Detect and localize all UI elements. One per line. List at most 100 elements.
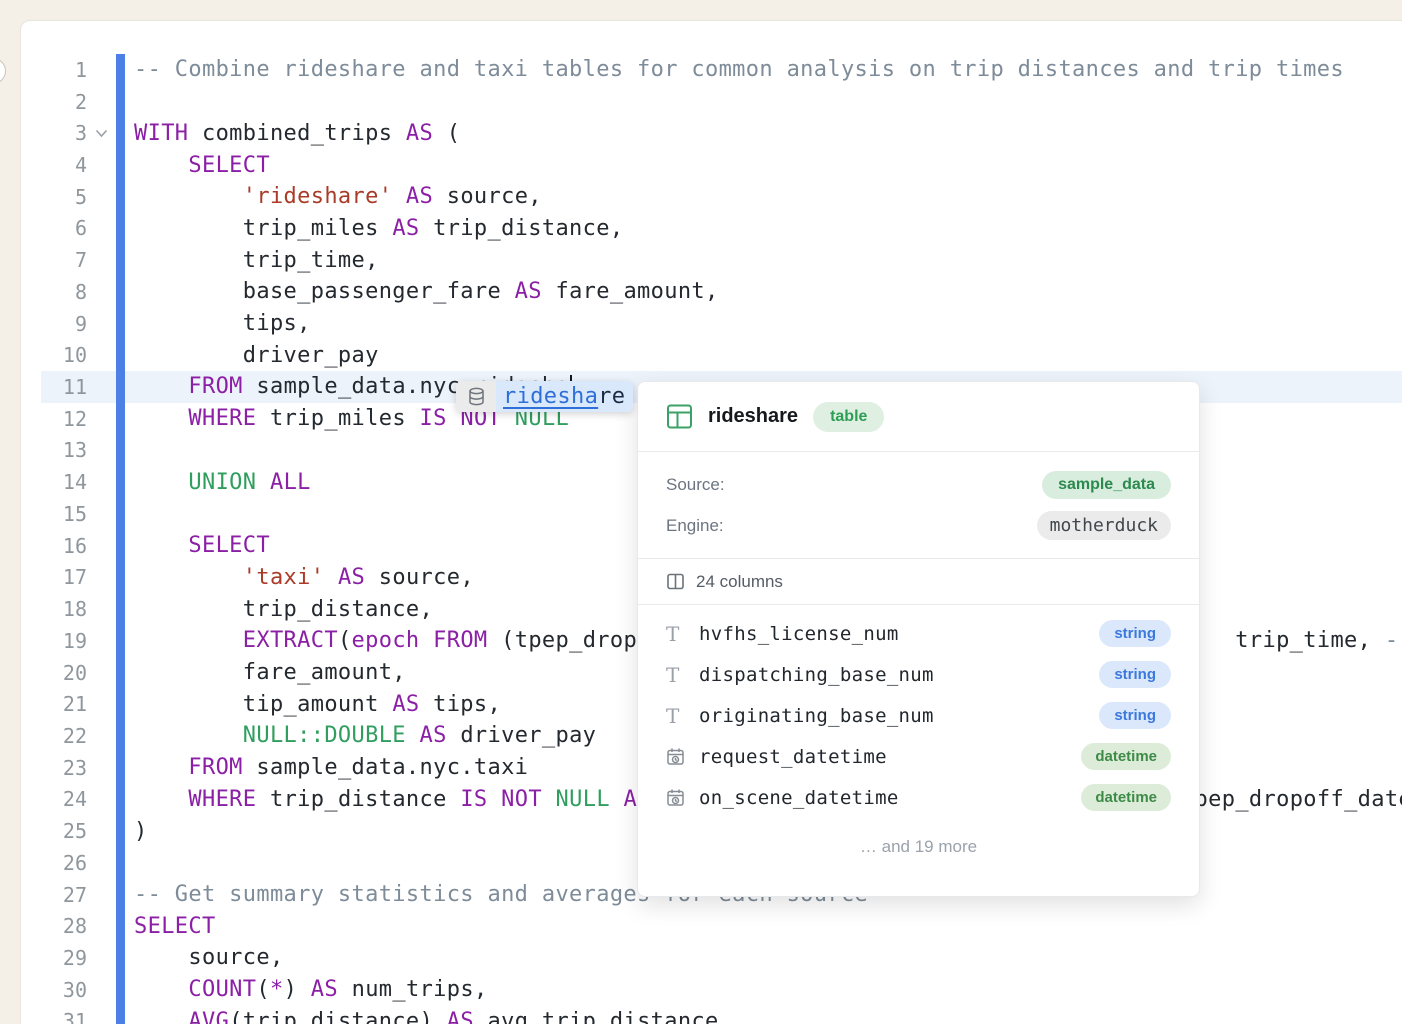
code-text: -- Combine rideshare and taxi tables for…	[125, 57, 1344, 82]
code-text: FROM sample_data.nyc.taxi	[125, 755, 528, 780]
code-line[interactable]: 2	[41, 86, 1402, 118]
line-number[interactable]: 17	[41, 565, 87, 589]
fold-toggle[interactable]	[87, 129, 116, 138]
cell-indicator-bar	[116, 339, 125, 371]
text-type-icon: T	[666, 704, 699, 728]
line-number[interactable]: 5	[41, 185, 87, 209]
code-text: COUNT(*) AS num_trips,	[125, 977, 488, 1002]
line-number[interactable]: 28	[41, 914, 87, 938]
code-text: SELECT	[125, 533, 270, 558]
code-line[interactable]: 4 SELECT	[41, 149, 1402, 181]
source-row: Source: sample_data	[666, 464, 1171, 505]
cell-indicator-bar	[116, 276, 125, 308]
line-number[interactable]: 12	[41, 407, 87, 431]
code-text: 'rideshare' AS source,	[125, 184, 542, 209]
line-number[interactable]: 24	[41, 787, 87, 811]
code-text: SELECT	[125, 153, 270, 178]
code-text: fare_amount,	[125, 660, 406, 685]
cell-indicator-bar	[116, 371, 125, 403]
source-value-badge: sample_data	[1042, 471, 1171, 499]
code-text: base_passenger_fare AS fare_amount,	[125, 279, 719, 304]
cell-indicator-bar	[116, 720, 125, 752]
code-text: driver_pay	[125, 343, 379, 368]
line-number[interactable]: 14	[41, 470, 87, 494]
line-number[interactable]: 25	[41, 819, 87, 843]
text-type-icon: T	[666, 663, 699, 687]
cell-indicator-bar	[116, 435, 125, 467]
line-number[interactable]: 4	[41, 153, 87, 177]
line-number[interactable]: 2	[41, 90, 87, 114]
line-number[interactable]: 22	[41, 724, 87, 748]
cell-indicator-bar	[116, 244, 125, 276]
code-text: source,	[125, 945, 284, 970]
code-text: AVG(trip_distance) AS avg_trip_distance,	[125, 1009, 732, 1024]
line-number[interactable]: 16	[41, 534, 87, 558]
column-type-badge: datetime	[1081, 743, 1171, 770]
cell-indicator-bar	[116, 784, 125, 816]
cell-indicator-bar	[116, 149, 125, 181]
line-number[interactable]: 23	[41, 756, 87, 780]
engine-row: Engine: motherduck	[666, 505, 1171, 546]
columns-count: 24 columns	[696, 572, 783, 592]
code-text: 'taxi' AS source,	[125, 565, 474, 590]
code-line[interactable]: 6 trip_miles AS trip_distance,	[41, 213, 1402, 245]
table-info-popover: rideshare table Source: sample_data Engi…	[637, 381, 1200, 897]
line-number[interactable]: 7	[41, 248, 87, 272]
column-name: on_scene_datetime	[699, 787, 1081, 809]
line-number[interactable]: 27	[41, 883, 87, 907]
code-line[interactable]: 9 tips,	[41, 308, 1402, 340]
column-row: Thvfhs_license_numstring	[666, 613, 1171, 654]
code-text: trip_distance,	[125, 597, 433, 622]
code-line[interactable]: 5 'rideshare' AS source,	[41, 181, 1402, 213]
code-line[interactable]: 29 source,	[41, 942, 1402, 974]
code-line[interactable]: 31 AVG(trip_distance) AS avg_trip_distan…	[41, 1006, 1402, 1024]
code-line[interactable]: 3WITH combined_trips AS (	[41, 117, 1402, 149]
column-type-badge: datetime	[1081, 784, 1171, 811]
code-text: NULL::DOUBLE AS driver_pay	[125, 723, 596, 748]
code-line[interactable]: 30 COUNT(*) AS num_trips,	[41, 974, 1402, 1006]
line-number[interactable]: 29	[41, 946, 87, 970]
line-number[interactable]: 30	[41, 978, 87, 1002]
line-number[interactable]: 6	[41, 216, 87, 240]
line-number[interactable]: 26	[41, 851, 87, 875]
autocomplete-item-rideshare[interactable]: rideshare	[496, 381, 633, 412]
columns-icon	[666, 572, 685, 591]
line-number[interactable]: 11	[41, 375, 87, 399]
more-columns-note: … and 19 more	[638, 818, 1199, 857]
line-number[interactable]: 8	[41, 280, 87, 304]
autocomplete-match: ridesha	[503, 384, 598, 409]
autocomplete-dropdown: rideshare	[456, 381, 633, 412]
line-number[interactable]: 10	[41, 343, 87, 367]
code-line[interactable]: 7 trip_time,	[41, 244, 1402, 276]
line-number[interactable]: 1	[41, 58, 87, 82]
code-line[interactable]: 10 driver_pay	[41, 339, 1402, 371]
column-type-badge: string	[1099, 702, 1171, 729]
line-number[interactable]: 31	[41, 1009, 87, 1024]
code-text: SELECT	[125, 914, 216, 939]
line-number[interactable]: 9	[41, 312, 87, 336]
code-text: trip_miles AS trip_distance,	[125, 216, 623, 241]
text-type-icon: T	[666, 622, 699, 646]
cell-indicator-bar	[116, 308, 125, 340]
code-line[interactable]: 1 -- Combine rideshare and taxi tables fo…	[41, 54, 1402, 86]
line-number[interactable]: 3	[41, 121, 87, 145]
line-number[interactable]: 13	[41, 438, 87, 462]
engine-value-badge: motherduck	[1037, 511, 1171, 540]
run-button-partial[interactable]	[0, 58, 6, 84]
cell-indicator-bar	[116, 752, 125, 784]
cell-indicator-bar	[116, 403, 125, 435]
line-number[interactable]: 20	[41, 661, 87, 685]
line-number[interactable]: 21	[41, 692, 87, 716]
column-name: request_datetime	[699, 746, 1081, 768]
cell-indicator-bar	[116, 1006, 125, 1024]
cell-indicator-bar	[116, 815, 125, 847]
popover-title: rideshare	[708, 405, 798, 428]
line-number[interactable]: 15	[41, 502, 87, 526]
line-number[interactable]: 18	[41, 597, 87, 621]
cell-indicator-bar	[116, 593, 125, 625]
table-icon	[666, 403, 693, 430]
column-name: dispatching_base_num	[699, 664, 1099, 686]
code-line[interactable]: 8 base_passenger_fare AS fare_amount,	[41, 276, 1402, 308]
code-line[interactable]: 28 SELECT	[41, 910, 1402, 942]
line-number[interactable]: 19	[41, 629, 87, 653]
